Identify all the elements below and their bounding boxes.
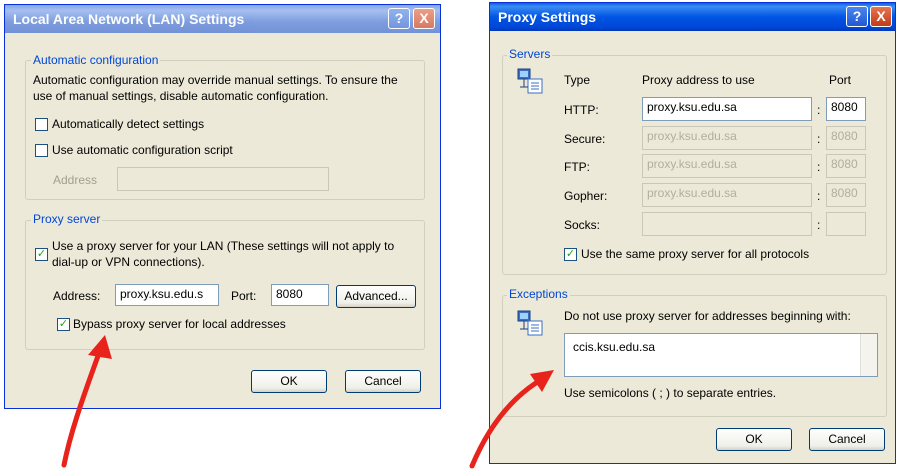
proxy-cancel-button[interactable]: Cancel xyxy=(809,428,885,451)
socks-address-input[interactable] xyxy=(642,212,812,236)
proxy-address-label: Address: xyxy=(53,289,101,303)
ftp-type-label: FTP: xyxy=(564,160,590,174)
port-column-header: Port xyxy=(829,73,852,87)
close-icon: X xyxy=(876,8,886,24)
ftp-port-input[interactable]: 8080 xyxy=(826,154,866,178)
lan-help-button[interactable]: ? xyxy=(388,8,410,29)
lan-cancel-button[interactable]: Cancel xyxy=(345,370,421,393)
exceptions-value: ccis.ksu.edu.sa xyxy=(573,340,656,354)
auto-script-address-input[interactable] xyxy=(117,167,329,191)
annotation-arrow-right xyxy=(469,370,554,469)
secure-colon: : xyxy=(817,132,821,146)
auto-config-description-line2: use of manual settings, disable automati… xyxy=(33,89,329,103)
gopher-port-input[interactable]: 8080 xyxy=(826,183,866,207)
gopher-colon: : xyxy=(817,189,821,203)
http-colon: : xyxy=(817,103,821,117)
annotation-arrow-left xyxy=(61,335,112,468)
servers-legend: Servers xyxy=(507,47,553,61)
proxy-title: Proxy Settings xyxy=(498,9,597,25)
proxy-ok-button[interactable]: OK xyxy=(716,428,792,451)
ftp-address-input[interactable]: proxy.ksu.edu.sa xyxy=(642,154,812,178)
socks-colon: : xyxy=(817,218,821,232)
proxy-help-button[interactable]: ? xyxy=(846,6,868,27)
type-column-header: Type xyxy=(564,73,591,87)
use-proxy-label-line2[interactable]: dial-up or VPN connections). xyxy=(52,255,205,269)
lan-titlebar: Local Area Network (LAN) Settings ? X xyxy=(5,5,440,33)
same-proxy-label[interactable]: Use the same proxy server for all protoc… xyxy=(581,247,809,261)
help-icon: ? xyxy=(852,8,862,24)
lan-title: Local Area Network (LAN) Settings xyxy=(13,11,245,27)
proxy-address-input[interactable]: proxy.ksu.edu.s xyxy=(115,284,219,306)
auto-script-address-label: Address xyxy=(53,173,98,187)
proxy-titlebar: Proxy Settings ? X xyxy=(490,3,895,31)
auto-detect-label[interactable]: Automatically detect settings xyxy=(52,117,204,131)
auto-script-checkbox[interactable] xyxy=(35,144,48,157)
lan-ok-button[interactable]: OK xyxy=(251,370,327,393)
lan-close-button[interactable]: X xyxy=(413,8,435,29)
network-computer-icon xyxy=(517,310,543,336)
use-proxy-label-line1[interactable]: Use a proxy server for your LAN (These s… xyxy=(52,239,394,253)
exceptions-scrollbar[interactable] xyxy=(860,334,877,376)
socks-port-input[interactable] xyxy=(826,212,866,236)
auto-detect-checkbox[interactable] xyxy=(35,118,48,131)
close-icon: X xyxy=(419,10,429,26)
proxy-port-input[interactable]: 8080 xyxy=(271,284,329,306)
advanced-button[interactable]: Advanced... xyxy=(336,285,416,308)
exceptions-textarea[interactable]: ccis.ksu.edu.sa xyxy=(564,333,878,377)
automatic-configuration-legend: Automatic configuration xyxy=(31,53,161,67)
ftp-colon: : xyxy=(817,160,821,174)
exceptions-legend: Exceptions xyxy=(507,287,570,301)
http-address-input[interactable]: proxy.ksu.edu.sa xyxy=(642,97,812,121)
help-icon: ? xyxy=(394,10,404,26)
address-column-header: Proxy address to use xyxy=(642,73,755,87)
semicolons-hint: Use semicolons ( ; ) to separate entries… xyxy=(564,386,777,400)
gopher-type-label: Gopher: xyxy=(564,189,608,203)
network-computer-icon xyxy=(517,68,543,94)
http-port-input[interactable]: 8080 xyxy=(826,97,866,121)
gopher-address-input[interactable]: proxy.ksu.edu.sa xyxy=(642,183,812,207)
auto-config-description-line1: Automatic configuration may override man… xyxy=(33,73,398,87)
same-proxy-checkbox[interactable]: ✓ xyxy=(564,248,577,261)
proxy-port-label: Port: xyxy=(231,289,257,303)
secure-type-label: Secure: xyxy=(564,132,606,146)
exceptions-description: Do not use proxy server for addresses be… xyxy=(564,309,851,323)
http-type-label: HTTP: xyxy=(564,103,599,117)
secure-address-input[interactable]: proxy.ksu.edu.sa xyxy=(642,126,812,150)
secure-port-input[interactable]: 8080 xyxy=(826,126,866,150)
socks-type-label: Socks: xyxy=(564,218,601,232)
proxy-close-button[interactable]: X xyxy=(870,6,892,27)
auto-script-label[interactable]: Use automatic configuration script xyxy=(52,143,233,157)
proxy-server-legend: Proxy server xyxy=(31,212,103,226)
use-proxy-checkbox[interactable]: ✓ xyxy=(35,248,48,261)
